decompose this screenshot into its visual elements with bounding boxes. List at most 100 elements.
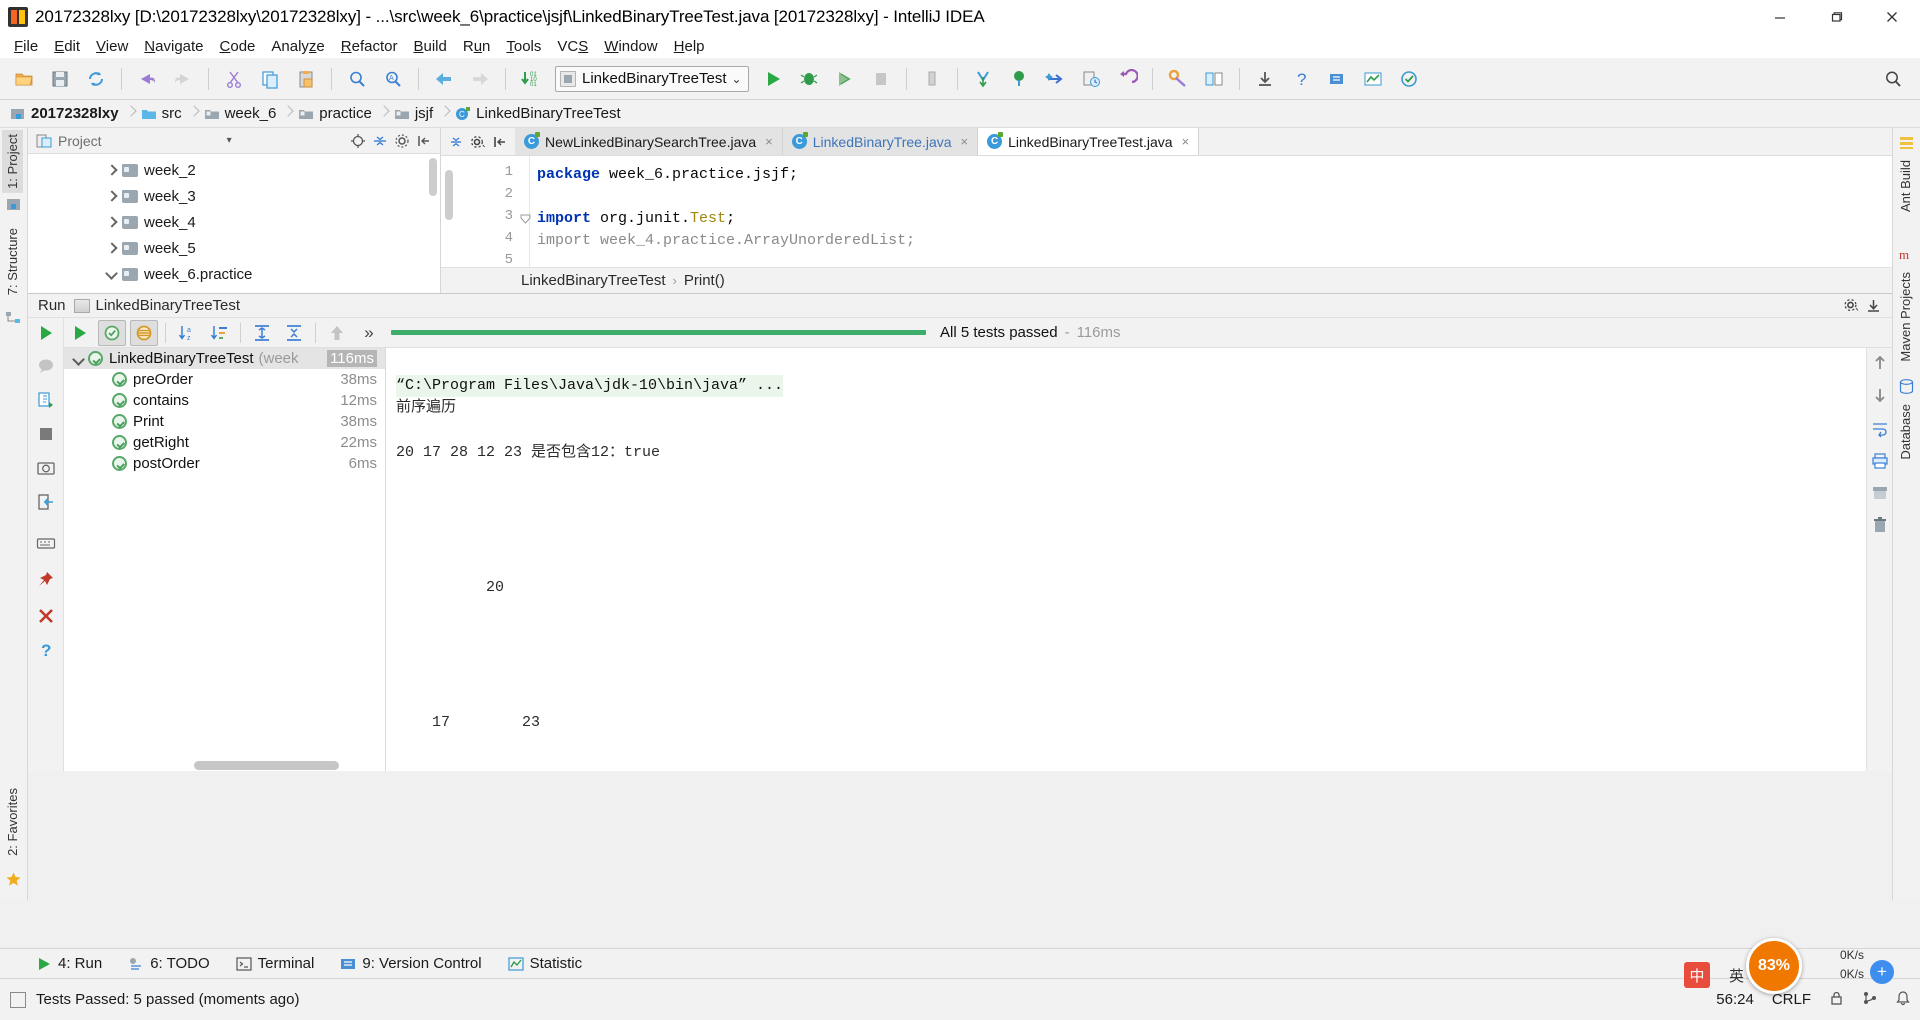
editor-scroll-thumb[interactable] xyxy=(445,170,453,220)
breadcrumb-item-jsjf[interactable]: jsjf xyxy=(394,100,435,128)
undo-icon[interactable] xyxy=(131,63,163,95)
database-icon[interactable] xyxy=(1898,378,1915,395)
tree-node-week6-practice[interactable]: week_6.practice xyxy=(28,261,440,287)
hide-panel-icon[interactable] xyxy=(489,130,511,154)
settings-gear-icon[interactable] xyxy=(1840,296,1862,316)
test-row-root[interactable]: LinkedBinaryTreeTest (week 116ms xyxy=(64,348,385,369)
chevron-right-icon[interactable] xyxy=(104,162,120,178)
sidebar-item-maven-projects[interactable]: Maven Projects xyxy=(1895,268,1916,366)
print-icon[interactable] xyxy=(1871,452,1889,470)
menu-edit[interactable]: Edit xyxy=(46,36,88,57)
sidebar-item-favorites[interactable]: 2: Favorites xyxy=(2,784,23,860)
replace-icon[interactable]: A xyxy=(377,63,409,95)
deploy-icon[interactable] xyxy=(1075,63,1107,95)
project-tool-icon[interactable] xyxy=(5,196,22,213)
step-into-icon[interactable] xyxy=(967,63,999,95)
caret-position[interactable]: 56:24 xyxy=(1716,991,1754,1008)
menu-tools[interactable]: Tools xyxy=(498,36,549,57)
test-row-postorder[interactable]: postOrder 6ms xyxy=(64,453,385,474)
event-log-icon[interactable] xyxy=(10,991,26,1008)
chevron-down-icon[interactable] xyxy=(70,350,88,368)
menu-build[interactable]: Build xyxy=(405,36,454,57)
cut-icon[interactable] xyxy=(218,63,250,95)
debug-icon[interactable] xyxy=(793,63,825,95)
sort-by-duration-icon[interactable] xyxy=(205,320,233,346)
ime-secondary-indicator[interactable]: 英 xyxy=(1729,965,1744,986)
keyboard-icon[interactable] xyxy=(36,533,56,553)
menu-navigate[interactable]: Navigate xyxy=(136,36,211,57)
settings-gear-icon[interactable] xyxy=(392,131,412,151)
archive-icon[interactable] xyxy=(1871,484,1889,502)
settings-gear-icon[interactable] xyxy=(467,130,489,154)
run-window-config-name[interactable]: LinkedBinaryTreeTest xyxy=(96,297,241,314)
sync-icon[interactable] xyxy=(80,63,112,95)
test-row-preorder[interactable]: preOrder 38ms xyxy=(64,369,385,390)
test-row-getright[interactable]: getRight 22ms xyxy=(64,432,385,453)
more-options-icon[interactable]: » xyxy=(355,320,383,346)
attach-icon[interactable] xyxy=(1003,63,1035,95)
menu-file[interactable]: File xyxy=(6,36,46,57)
breadcrumb-item-src[interactable]: src xyxy=(141,100,184,128)
tab-linked-binary-tree[interactable]: C LinkedBinaryTree.java × xyxy=(782,128,979,155)
member-class-name[interactable]: LinkedBinaryTreeTest xyxy=(521,272,666,289)
exit-icon[interactable] xyxy=(36,492,56,512)
close-button[interactable] xyxy=(1864,0,1920,34)
search-everywhere-icon[interactable] xyxy=(1880,66,1906,92)
menu-vcs[interactable]: VCS xyxy=(549,36,596,57)
rerun-tests-icon[interactable] xyxy=(66,320,94,346)
hide-icon[interactable] xyxy=(414,131,434,151)
run-configuration-selector[interactable]: LinkedBinaryTreeTest ⌄ xyxy=(555,65,749,92)
export-icon[interactable] xyxy=(36,390,56,410)
collapse-all-icon[interactable] xyxy=(370,131,390,151)
ant-build-icon[interactable] xyxy=(1898,134,1915,151)
favorites-star-icon[interactable] xyxy=(5,871,22,888)
test-row-contains[interactable]: contains 12ms xyxy=(64,390,385,411)
member-method-name[interactable]: Print() xyxy=(684,272,725,289)
menu-run[interactable]: Run xyxy=(455,36,499,57)
menu-help[interactable]: Help xyxy=(666,36,713,57)
show-passed-icon[interactable] xyxy=(98,319,126,346)
code-fold-icon[interactable] xyxy=(520,212,531,224)
test-tree-horizontal-scrollbar[interactable] xyxy=(194,761,339,770)
lock-icon[interactable] xyxy=(1829,990,1844,1010)
chevron-down-icon[interactable] xyxy=(104,266,120,282)
sort-alphabetically-icon[interactable]: az xyxy=(173,320,201,346)
rerun-icon[interactable] xyxy=(36,323,56,343)
chart-icon[interactable] xyxy=(1357,63,1389,95)
menu-refactor[interactable]: Refactor xyxy=(333,36,406,57)
test-row-print[interactable]: Print 38ms xyxy=(64,411,385,432)
breadcrumb-item-class[interactable]: C LinkedBinaryTreeTest xyxy=(455,100,623,128)
sidebar-item-project[interactable]: 1: Project xyxy=(2,130,23,193)
camera-icon[interactable] xyxy=(36,458,56,478)
settings-wrench-icon[interactable] xyxy=(1162,63,1194,95)
bottom-tab-run[interactable]: 4: Run xyxy=(36,955,102,972)
trash-icon[interactable] xyxy=(1871,516,1889,534)
close-icon[interactable]: × xyxy=(961,134,969,149)
bottom-tab-terminal[interactable]: Terminal xyxy=(236,955,314,972)
hide-icon[interactable] xyxy=(1862,296,1884,316)
ime-indicator[interactable]: 中 xyxy=(1684,962,1710,988)
sidebar-item-database[interactable]: Database xyxy=(1895,400,1916,464)
comment-icon[interactable] xyxy=(36,356,56,376)
menu-code[interactable]: Code xyxy=(212,36,264,57)
forward-icon[interactable] xyxy=(464,63,496,95)
minimize-button[interactable] xyxy=(1752,0,1808,34)
copy-icon[interactable] xyxy=(254,63,286,95)
cpu-gauge-widget[interactable]: 83% xyxy=(1746,938,1802,994)
scroll-down-icon[interactable] xyxy=(1871,386,1889,404)
run-icon[interactable] xyxy=(757,63,789,95)
tree-node-week2[interactable]: week_2 xyxy=(28,157,440,183)
vcs-update-icon[interactable] xyxy=(1321,63,1353,95)
maximize-button[interactable] xyxy=(1808,0,1864,34)
structure-tool-icon[interactable] xyxy=(5,310,22,327)
tree-node-week5[interactable]: week_5 xyxy=(28,235,440,261)
save-all-icon[interactable] xyxy=(44,63,76,95)
check-icon[interactable] xyxy=(1393,63,1425,95)
collapse-all-icon[interactable] xyxy=(280,320,308,346)
redo-icon[interactable] xyxy=(167,63,199,95)
find-icon[interactable] xyxy=(341,63,373,95)
locate-icon[interactable] xyxy=(348,131,368,151)
question-help-icon[interactable]: ? xyxy=(36,640,56,660)
stop-square-icon[interactable] xyxy=(36,424,56,444)
menu-window[interactable]: Window xyxy=(596,36,665,57)
